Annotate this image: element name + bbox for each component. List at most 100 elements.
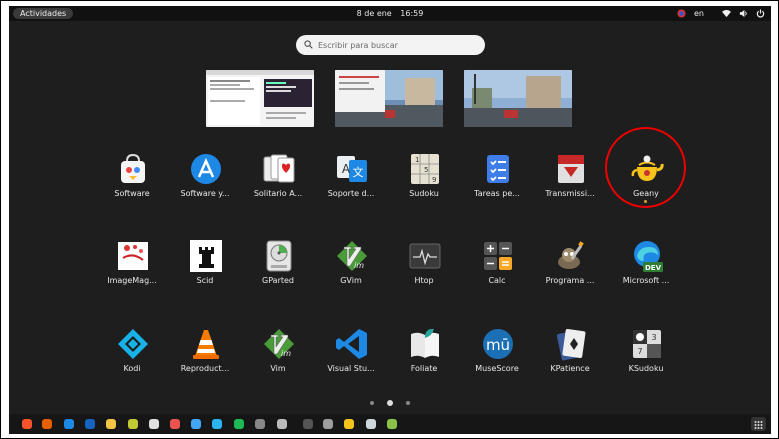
app-vscode[interactable]: Visual Stu... — [312, 326, 390, 388]
app-tasks-checklist[interactable]: Tareas pe... — [458, 151, 536, 213]
dock-telegram-icon[interactable] — [211, 418, 223, 430]
kpatience-card-icon — [556, 328, 586, 361]
app-chess-rook[interactable]: Scid — [166, 238, 244, 300]
app-kpatience-card[interactable]: KPatience — [531, 326, 609, 388]
show-apps-button[interactable] — [751, 417, 766, 431]
gparted-disk-icon — [266, 240, 292, 272]
ksudoku-icon: 37 — [633, 330, 661, 358]
kodi-icon — [118, 329, 148, 359]
app-musescore[interactable]: mū MuseScore — [458, 326, 536, 388]
app-label: Software y... — [180, 189, 230, 198]
app-label: Sudoku — [409, 189, 439, 198]
app-label: Tareas pe... — [474, 189, 520, 198]
app-solitaire-cards[interactable]: Solitario A... — [239, 151, 317, 213]
workspace-thumbnail-2[interactable] — [335, 70, 443, 127]
svg-text:3: 3 — [651, 333, 656, 342]
dock-doc-icon[interactable] — [148, 418, 160, 430]
search-input[interactable] — [318, 38, 476, 52]
gvim-icon: im — [337, 241, 367, 271]
language-support-icon: A文 — [337, 156, 367, 182]
app-calculator[interactable]: Calc — [458, 238, 536, 300]
dock-files-icon[interactable] — [105, 418, 117, 430]
dock-tool-icon[interactable] — [276, 418, 288, 430]
color-picker-icon[interactable] — [677, 9, 686, 18]
workspace-thumbnail-3[interactable] — [464, 70, 572, 127]
app-edge-dev[interactable]: DEV Microsoft ... — [607, 238, 685, 300]
dock-image-icon[interactable] — [365, 418, 377, 430]
dock-archive-icon[interactable] — [386, 418, 398, 430]
dock — [9, 414, 771, 434]
sudoku-grid-icon: 159 — [411, 154, 439, 184]
app-sudoku-grid[interactable]: 1 5 9 Sudoku — [385, 151, 463, 213]
gimp-icon — [558, 241, 584, 269]
app-kodi[interactable]: Kodi — [93, 326, 171, 388]
app-label: Htop — [414, 276, 434, 285]
app-app-store[interactable]: Software y... — [166, 151, 244, 213]
app-label: KSudoku — [628, 364, 664, 373]
language-indicator[interactable]: en — [694, 9, 704, 18]
app-language-support[interactable]: A 文 Soporte d... — [312, 151, 390, 213]
volume-icon — [739, 9, 747, 18]
highlight-circle — [605, 127, 686, 208]
app-foliate-book[interactable]: Foliate — [385, 326, 463, 388]
app-vim[interactable]: im Vim — [239, 326, 317, 388]
app-label: Vim — [270, 364, 286, 373]
dock-firefox-icon[interactable] — [41, 418, 53, 430]
app-label: Microsoft ... — [622, 276, 670, 285]
search-bar[interactable] — [296, 35, 485, 55]
wifi-icon — [722, 9, 731, 18]
app-software-store[interactable]: Software — [93, 151, 171, 213]
dock-browser-icon[interactable] — [84, 418, 96, 430]
svg-text:im: im — [354, 261, 364, 270]
dock-monitor-icon[interactable] — [322, 418, 334, 430]
page-indicator-2[interactable] — [387, 400, 393, 406]
app-label: Solitario A... — [253, 189, 303, 198]
imagemagick-icon — [118, 242, 148, 270]
system-tray[interactable]: en — [677, 8, 765, 19]
dock-spotify-icon[interactable] — [233, 418, 245, 430]
dock-terminal-icon[interactable] — [254, 418, 266, 430]
svg-text:文: 文 — [353, 165, 364, 179]
clock-time: 16:59 — [400, 9, 424, 18]
app-label: ImageMag... — [107, 276, 157, 285]
transmission-icon — [558, 155, 584, 183]
app-gvim[interactable]: im GVim — [312, 238, 390, 300]
dock-app-icon[interactable] — [127, 418, 139, 430]
app-gimp[interactable]: Programa ... — [531, 238, 609, 300]
workspace-2-preview — [335, 70, 443, 127]
app-gparted-disk[interactable]: GParted — [239, 238, 317, 300]
vim-icon: im — [264, 329, 294, 359]
musescore-icon: mū — [483, 329, 513, 359]
page-indicator-1[interactable] — [370, 401, 374, 405]
top-bar: Actividades 8 de ene 16:59 en — [9, 6, 771, 21]
htop-monitor-icon — [409, 243, 441, 269]
vlc-cone-icon — [193, 330, 219, 359]
page-indicator-3[interactable] — [406, 401, 410, 405]
app-transmission[interactable]: Transmissi... — [531, 151, 609, 213]
app-label: GVim — [340, 276, 362, 285]
svg-text:im: im — [281, 349, 291, 358]
search-icon — [304, 40, 313, 49]
dock-globe-icon[interactable] — [190, 418, 202, 430]
clock-date: 8 de ene — [356, 9, 392, 18]
app-vlc-cone[interactable]: Reproduct... — [166, 326, 244, 388]
dock-store-icon[interactable] — [169, 418, 181, 430]
app-htop-monitor[interactable]: Htop — [385, 238, 463, 300]
workspace-1-preview — [206, 70, 314, 125]
dock-teapot-icon[interactable] — [343, 418, 355, 430]
workspace-thumbnail-1[interactable] — [206, 70, 314, 127]
app-imagemagick[interactable]: ImageMag... — [93, 238, 171, 300]
dock-brave-icon[interactable] — [21, 418, 33, 430]
vscode-icon — [336, 329, 367, 359]
software-store-icon — [121, 153, 145, 183]
app-label: Programa ... — [545, 276, 595, 285]
desktop-overview: Actividades 8 de ene 16:59 en Escribir p… — [9, 6, 771, 434]
app-store-icon — [191, 154, 221, 184]
dock-screen-icon[interactable] — [302, 418, 314, 430]
app-label: KPatience — [550, 364, 590, 373]
app-ksudoku[interactable]: 3 7 KSudoku — [607, 326, 685, 388]
clock[interactable]: 8 de ene 16:59 — [9, 8, 771, 19]
svg-text:mū: mū — [486, 336, 510, 354]
app-label: Scid — [196, 276, 214, 285]
dock-edge-icon[interactable] — [63, 418, 75, 430]
